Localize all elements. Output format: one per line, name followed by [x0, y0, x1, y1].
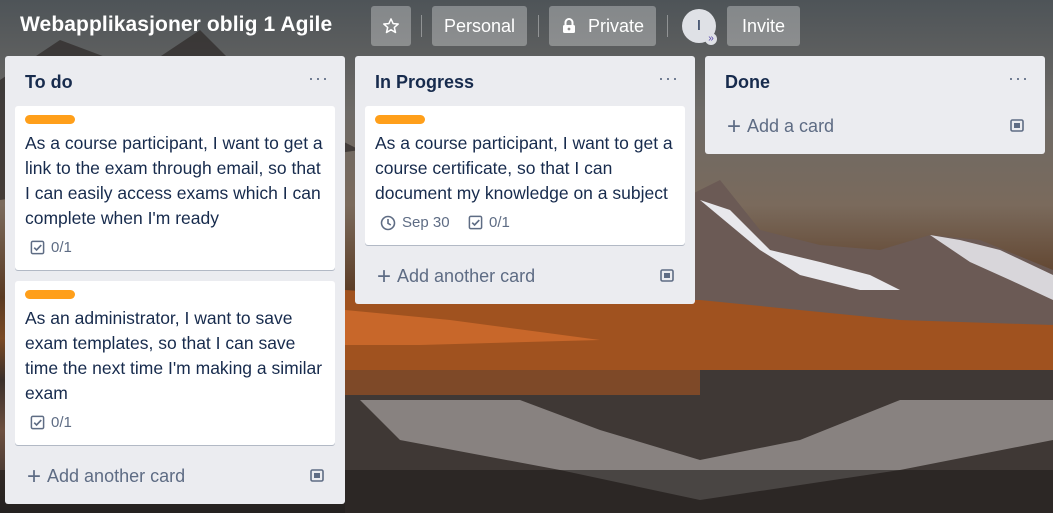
star-icon: [383, 18, 399, 34]
workspace-label: Personal: [443, 16, 516, 36]
card-label-orange[interactable]: [25, 290, 75, 299]
checklist-icon: [468, 215, 483, 230]
card[interactable]: As a course participant, I want to get a…: [365, 106, 685, 245]
board-header: Webapplikasjoner oblig 1 Agile Personal …: [0, 0, 1053, 54]
card-template-icon[interactable]: [309, 469, 325, 483]
visibility-button[interactable]: Private: [549, 6, 656, 46]
clock-icon: [380, 215, 396, 230]
list-menu-button[interactable]: ···: [658, 68, 679, 89]
card-title: As a course participant, I want to get a…: [375, 133, 673, 203]
checklist-count: 0/1: [489, 214, 510, 231]
lock-icon: [563, 18, 575, 33]
card[interactable]: As an administrator, I want to save exam…: [15, 281, 335, 445]
card[interactable]: As a course participant, I want to get a…: [15, 106, 335, 270]
workspace-button[interactable]: Personal: [432, 6, 527, 46]
star-board-button[interactable]: [371, 6, 411, 46]
list-title[interactable]: Done: [725, 72, 770, 93]
add-card-label: Add a card: [747, 116, 835, 136]
list-title[interactable]: In Progress: [375, 72, 474, 93]
due-date: Sep 30: [402, 214, 450, 231]
add-card-button[interactable]: + Add a card: [727, 112, 835, 140]
add-card-button[interactable]: + Add another card: [27, 462, 186, 490]
visibility-label: Private: [588, 16, 645, 36]
header-divider: [421, 15, 422, 37]
list-title[interactable]: To do: [25, 72, 73, 93]
checklist-count: 0/1: [51, 414, 72, 431]
plus-icon: +: [27, 462, 42, 490]
invite-button[interactable]: Invite: [727, 6, 800, 46]
header-divider: [667, 15, 668, 37]
plus-icon: +: [727, 112, 742, 140]
list-menu-button[interactable]: ···: [308, 68, 329, 89]
member-initial: I: [696, 17, 702, 34]
checklist-badge: 0/1: [30, 414, 72, 431]
admin-chevron-icon: »: [705, 33, 717, 45]
checklist-badge: 0/1: [468, 214, 510, 231]
header-divider: [538, 15, 539, 37]
checklist-icon: [30, 240, 45, 255]
list-to-do: To do ··· As a course participant, I wan…: [5, 56, 345, 504]
card-template-icon[interactable]: [1009, 119, 1025, 133]
plus-icon: +: [377, 262, 392, 290]
add-card-button[interactable]: + Add another card: [377, 262, 536, 290]
card-label-orange[interactable]: [375, 115, 425, 124]
checklist-count: 0/1: [51, 239, 72, 256]
checklist-icon: [30, 415, 45, 430]
list-done: Done ··· + Add a card: [705, 56, 1045, 154]
member-avatar[interactable]: I »: [682, 9, 717, 45]
card-label-orange[interactable]: [25, 115, 75, 124]
board-title[interactable]: Webapplikasjoner oblig 1 Agile: [20, 13, 332, 37]
add-card-label: Add another card: [397, 266, 536, 286]
due-date-badge[interactable]: Sep 30: [380, 214, 450, 231]
invite-label: Invite: [741, 16, 786, 36]
add-card-label: Add another card: [47, 466, 186, 486]
card-title: As a course participant, I want to get a…: [25, 133, 323, 228]
list-menu-button[interactable]: ···: [1008, 68, 1029, 89]
list-in-progress: In Progress ··· As a course participant,…: [355, 56, 695, 304]
card-title: As an administrator, I want to save exam…: [25, 308, 323, 403]
card-template-icon[interactable]: [659, 269, 675, 283]
checklist-badge: 0/1: [30, 239, 72, 256]
